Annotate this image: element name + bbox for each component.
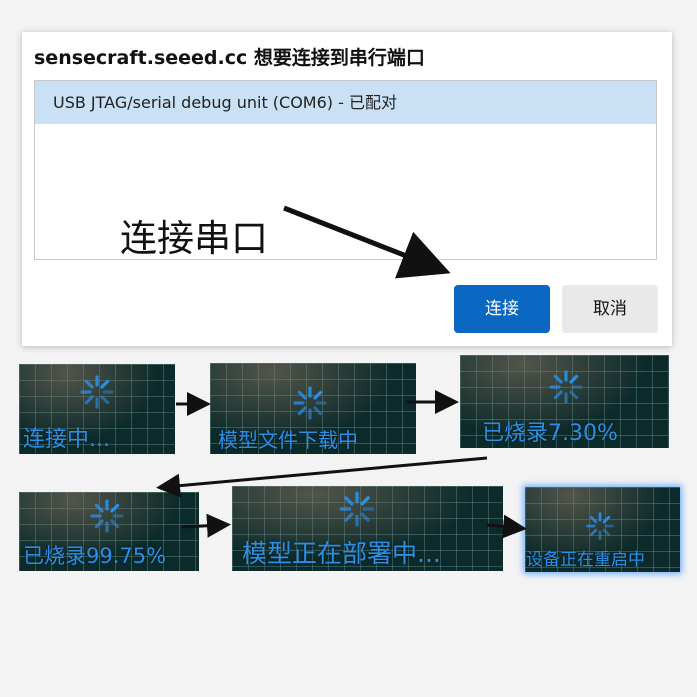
loading-spinner-icon xyxy=(586,512,614,540)
loading-spinner-icon xyxy=(339,491,375,527)
step-panel-deploying: 模型正在部署中... xyxy=(232,486,503,571)
step-caption: 模型正在部署中... xyxy=(242,539,441,568)
step-panel-flashing-1: 已烧录7.30% xyxy=(460,355,669,448)
loading-spinner-icon xyxy=(80,375,114,409)
step-caption: 已烧录7.30% xyxy=(482,421,618,446)
serial-port-dialog: sensecraft.seeed.cc 想要连接到串行端口 USB JTAG/s… xyxy=(22,32,672,346)
loading-spinner-icon xyxy=(293,386,327,420)
flow-arrow-icon xyxy=(156,456,488,498)
step-caption: 模型文件下载中 xyxy=(218,428,358,452)
step-panel-flashing-2: 已烧录99.75% xyxy=(19,492,199,571)
cancel-button[interactable]: 取消 xyxy=(562,285,658,333)
step-caption: 设备正在重启中 xyxy=(526,550,645,570)
connect-button[interactable]: 连接 xyxy=(454,285,550,333)
step-panel-restarting: 设备正在重启中 xyxy=(525,487,680,572)
step-panel-connecting: 连接中... xyxy=(19,364,175,454)
step-panel-downloading: 模型文件下载中 xyxy=(210,363,416,454)
loading-spinner-icon xyxy=(549,370,583,404)
step-caption: 已烧录99.75% xyxy=(23,544,167,568)
step-caption: 连接中... xyxy=(23,427,110,452)
loading-spinner-icon xyxy=(90,499,124,533)
